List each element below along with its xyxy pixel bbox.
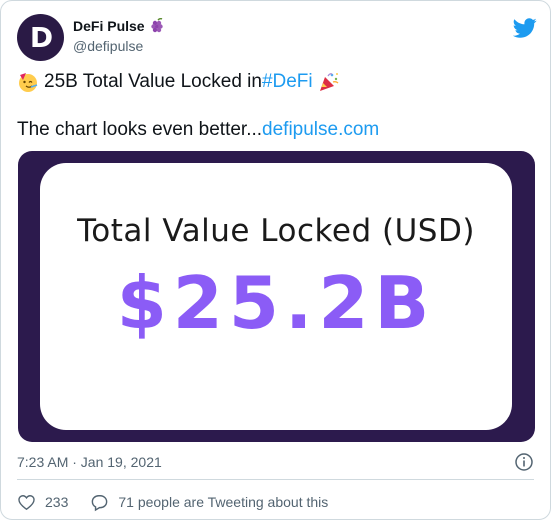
tweet-line-1-text: 25B Total Value Locked in	[44, 71, 262, 92]
like-button[interactable]: 233	[17, 493, 68, 512]
heart-icon	[18, 494, 35, 510]
timestamp[interactable]: 7:23 AM · Jan 19, 2021	[17, 454, 162, 470]
image-panel: Total Value Locked (USD) $25.2B	[40, 163, 512, 430]
image-title: Total Value Locked (USD)	[77, 213, 475, 249]
like-count: 233	[45, 494, 69, 510]
tweet-card[interactable]: D DeFi Pulse @defipulse 25B Total Value …	[0, 0, 551, 520]
user-handle[interactable]: @defipulse	[73, 37, 165, 55]
twitter-bird-icon[interactable]	[513, 16, 537, 40]
reply-bubble-icon	[92, 494, 108, 511]
grapes-icon	[150, 18, 163, 33]
tweeting-about-button[interactable]: 71 people are Tweeting about this	[90, 493, 328, 512]
info-icon[interactable]	[514, 452, 534, 472]
tweet-line-2-text: The chart looks even better...	[17, 119, 263, 140]
tweet-actions: 233 71 people are Tweeting about this	[17, 492, 536, 512]
party-popper-icon	[319, 73, 339, 91]
tweet-image[interactable]: Total Value Locked (USD) $25.2B	[18, 151, 535, 442]
tweet-header: D DeFi Pulse @defipulse	[17, 14, 537, 62]
divider	[17, 479, 534, 480]
display-name[interactable]: DeFi Pulse	[73, 17, 145, 35]
partying-face-icon	[19, 73, 38, 92]
user-names: DeFi Pulse @defipulse	[73, 17, 165, 55]
tweet-line-2: The chart looks even better... defipulse…	[17, 117, 379, 143]
link-defipulse[interactable]: defipulse.com	[262, 117, 379, 143]
tweet-line-1: 25B Total Value Locked in #DeFi	[17, 69, 379, 95]
display-name-row[interactable]: DeFi Pulse	[73, 17, 165, 35]
tweeting-about-text: 71 people are Tweeting about this	[118, 494, 329, 510]
tweet-meta: 7:23 AM · Jan 19, 2021	[17, 453, 536, 471]
avatar-letter: D	[29, 21, 54, 54]
tweet-text: 25B Total Value Locked in #DeFi The char…	[17, 69, 379, 143]
avatar[interactable]: D	[17, 14, 64, 61]
image-value: $25.2B	[116, 261, 436, 345]
hashtag-defi[interactable]: #DeFi	[262, 69, 313, 95]
